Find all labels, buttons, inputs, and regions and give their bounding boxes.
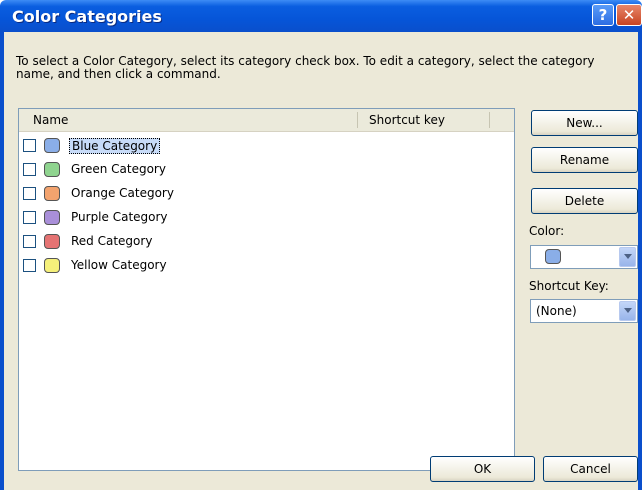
window-title: Color Categories	[12, 7, 162, 26]
help-icon[interactable]: ?	[592, 4, 614, 26]
color-categories-dialog: Color Categories ? ✕ To select a Color C…	[0, 0, 642, 490]
color-swatch-icon	[44, 210, 60, 225]
shortcut-key-dropdown[interactable]: (None)	[530, 299, 638, 323]
category-list[interactable]: Name Shortcut key Blue Category Green Ca…	[18, 108, 515, 471]
close-icon[interactable]: ✕	[616, 4, 642, 26]
list-item[interactable]: Purple Category	[23, 208, 353, 230]
category-checkbox[interactable]	[23, 139, 36, 152]
chevron-down-icon[interactable]	[619, 247, 636, 267]
chevron-down-icon[interactable]	[619, 301, 636, 321]
category-name[interactable]: Purple Category	[69, 210, 170, 224]
title-bar[interactable]: Color Categories ? ✕	[0, 0, 642, 32]
list-item[interactable]: Yellow Category	[23, 256, 353, 278]
color-swatch-icon	[44, 162, 60, 177]
list-header: Name Shortcut key	[19, 109, 514, 132]
category-checkbox[interactable]	[23, 163, 36, 176]
color-swatch-icon	[44, 138, 60, 153]
new-button[interactable]: New...	[531, 110, 638, 136]
delete-button[interactable]: Delete	[531, 188, 638, 214]
list-item[interactable]: Green Category	[23, 160, 353, 182]
shortcut-key-value: (None)	[536, 304, 577, 318]
shortcut-key-label: Shortcut Key:	[529, 279, 609, 293]
category-name[interactable]: Yellow Category	[69, 258, 169, 272]
category-name[interactable]: Blue Category	[69, 138, 161, 154]
list-item[interactable]: Blue Category	[23, 136, 353, 158]
color-swatch-icon	[44, 234, 60, 249]
column-separator[interactable]	[489, 112, 490, 128]
category-name[interactable]: Green Category	[69, 162, 168, 176]
color-dropdown[interactable]	[530, 245, 638, 269]
list-item[interactable]: Orange Category	[23, 184, 353, 206]
ok-button[interactable]: OK	[430, 456, 535, 482]
category-checkbox[interactable]	[23, 235, 36, 248]
rename-button[interactable]: Rename	[531, 147, 638, 173]
instructions-text: To select a Color Category, select its c…	[16, 54, 595, 81]
color-swatch-icon	[44, 186, 60, 201]
color-swatch-icon	[44, 258, 60, 273]
category-checkbox[interactable]	[23, 187, 36, 200]
color-label: Color:	[529, 224, 565, 238]
category-checkbox[interactable]	[23, 211, 36, 224]
column-separator[interactable]	[357, 112, 358, 128]
category-name[interactable]: Red Category	[69, 234, 154, 248]
category-checkbox[interactable]	[23, 259, 36, 272]
color-swatch-icon	[545, 249, 561, 264]
list-item[interactable]: Red Category	[23, 232, 353, 254]
category-name[interactable]: Orange Category	[69, 186, 176, 200]
window-frame-right	[638, 32, 642, 490]
column-header-name[interactable]: Name	[33, 113, 68, 127]
column-header-shortcut[interactable]: Shortcut key	[369, 113, 445, 127]
cancel-button[interactable]: Cancel	[543, 456, 638, 482]
